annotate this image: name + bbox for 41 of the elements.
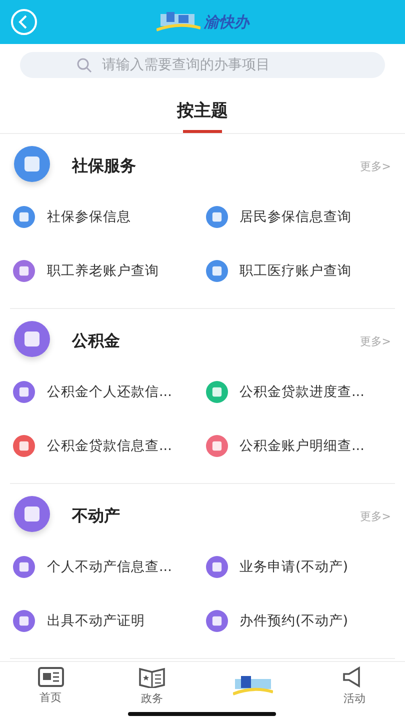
service-item[interactable]: 职工医疗账户查询	[240, 262, 352, 280]
app-logo-icon[interactable]	[233, 675, 274, 697]
service-item[interactable]: 公积金贷款进度查...	[240, 383, 364, 401]
section-icon	[14, 496, 50, 532]
section-icon	[14, 321, 50, 357]
search-icon	[76, 57, 92, 73]
section-icon	[14, 146, 50, 182]
service-icon	[206, 556, 228, 578]
service-icon	[13, 381, 35, 403]
service-icon	[206, 610, 228, 632]
service-icon	[13, 260, 35, 282]
service-icon	[13, 556, 35, 578]
service-item[interactable]: 职工养老账户查询	[47, 262, 159, 280]
topic-tab[interactable]: 按主题	[171, 98, 234, 133]
section-title: 不动产	[72, 506, 121, 526]
nav-tab[interactable]: 政务	[140, 691, 163, 706]
nav-tab[interactable]: 活动	[343, 691, 366, 706]
newspaper-icon	[38, 667, 64, 687]
service-item[interactable]: 办件预约(不动产)	[240, 612, 348, 630]
service-icon	[13, 206, 35, 228]
section-title: 公积金	[72, 330, 121, 352]
service-icon	[206, 381, 228, 403]
search-field[interactable]: 请输入需要查询的办事项目	[20, 52, 385, 78]
service-item[interactable]: 业务申请(不动产)	[240, 558, 348, 576]
nav-tab[interactable]: 首页	[40, 690, 62, 705]
book-icon	[138, 666, 165, 688]
service-item[interactable]: 公积金账户明细查...	[240, 437, 364, 455]
service-item[interactable]: 公积金贷款信息查...	[47, 437, 172, 455]
service-item[interactable]: 社保参保信息	[47, 208, 131, 226]
service-item[interactable]: 公积金个人还款信...	[47, 383, 172, 401]
service-icon	[13, 435, 35, 457]
service-icon	[206, 206, 228, 228]
section-title: 社保服务	[72, 156, 137, 176]
service-item[interactable]: 出具不动产证明	[47, 612, 145, 630]
service-item[interactable]: 居民参保信息查询	[240, 208, 352, 226]
service-icon	[206, 435, 228, 457]
app-title: 渝快办	[204, 12, 249, 32]
service-icon	[13, 610, 35, 632]
service-icon	[206, 260, 228, 282]
service-item[interactable]: 个人不动产信息查...	[47, 558, 172, 576]
city-logo-icon	[156, 10, 200, 34]
